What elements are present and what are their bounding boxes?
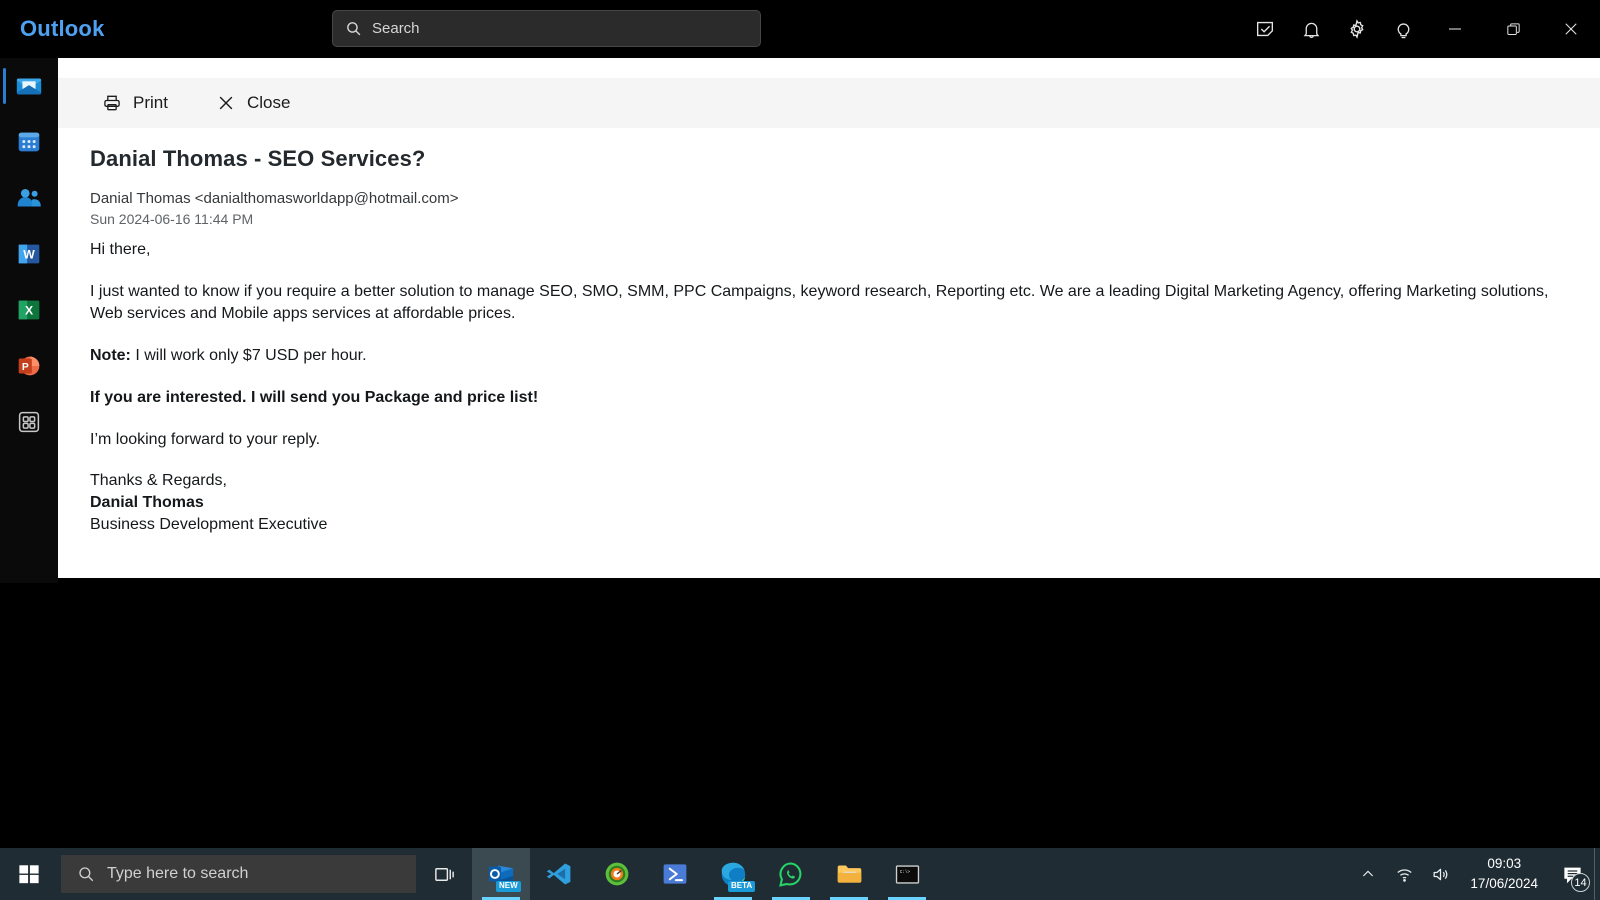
sidebar-item-mail[interactable] — [0, 58, 58, 114]
taskbar-app-command-prompt[interactable]: C:\> — [878, 848, 936, 900]
windows-start-icon — [19, 865, 39, 884]
search-icon — [345, 20, 362, 37]
note-check-icon[interactable] — [1242, 0, 1288, 58]
svg-text:C:\>: C:\> — [899, 869, 910, 874]
taskbar-apps: NEW BETA C:\> — [472, 848, 936, 900]
message-timestamp: Sun 2024-06-16 11:44 PM — [90, 211, 254, 227]
people-icon — [17, 189, 41, 207]
outlook-brand: Outlook — [20, 16, 105, 41]
chevron-up-icon[interactable] — [1350, 848, 1386, 900]
message-paragraph-1: I just wanted to know if you require a b… — [90, 282, 1549, 322]
wifi-icon[interactable] — [1386, 848, 1422, 900]
app-rail: W X P — [0, 58, 58, 583]
mail-icon — [16, 78, 42, 95]
notifications-count: 14 — [1571, 873, 1590, 892]
printer-icon — [102, 93, 122, 113]
message-note-text: I will work only $7 USD per hour. — [130, 346, 367, 364]
taskbar-search-input[interactable]: Type here to search — [61, 855, 416, 893]
search-icon — [77, 865, 95, 883]
task-view-icon — [434, 867, 454, 881]
excel-icon: X — [18, 300, 40, 320]
message-greeting: Hi there, — [90, 241, 151, 258]
clock[interactable]: 09:03 17/06/2024 — [1458, 848, 1550, 900]
message-closing: I’m looking forward to your reply. — [90, 430, 321, 448]
message-sender: Danial Thomas <danialthomasworldapp@hotm… — [90, 190, 459, 207]
command-prompt-icon: C:\> — [895, 864, 919, 884]
task-view-button[interactable] — [416, 848, 472, 900]
close-x-icon — [216, 93, 236, 113]
message-note: Note: I will work only $7 USD per hour. — [90, 345, 1568, 367]
close-message-button[interactable]: Close — [206, 87, 300, 119]
sidebar-item-powerpoint[interactable]: P — [0, 338, 58, 394]
windows-taskbar: Type here to search NEW BETA C:\> 09:03 … — [0, 848, 1600, 900]
search-input[interactable]: Search — [332, 10, 761, 47]
sidebar-item-apps[interactable] — [0, 394, 58, 450]
clock-date: 17/06/2024 — [1470, 876, 1538, 891]
minimize-button[interactable] — [1426, 0, 1484, 58]
taskbar-app-outlook[interactable]: NEW — [472, 848, 530, 900]
taskbar-search-placeholder: Type here to search — [107, 865, 249, 882]
optimizer-gauge-icon — [605, 862, 629, 886]
print-label: Print — [133, 93, 168, 112]
taskbar-app-whatsapp[interactable] — [762, 848, 820, 900]
restore-button[interactable] — [1484, 0, 1542, 58]
svg-text:X: X — [25, 304, 34, 318]
message-subject: Danial Thomas - SEO Services? — [90, 146, 426, 171]
taskbar-app-edge[interactable]: BETA — [704, 848, 762, 900]
message-command-bar: Print Close — [58, 78, 1600, 128]
message-signature-name: Danial Thomas — [90, 494, 204, 512]
message-signature-title: Business Development Executive — [90, 516, 328, 534]
volume-icon[interactable] — [1422, 848, 1458, 900]
sidebar-item-excel[interactable]: X — [0, 282, 58, 338]
show-desktop-button[interactable] — [1594, 848, 1600, 900]
outlook-titlebar: Outlook Search — [0, 0, 1600, 58]
taskbar-app-optimizer[interactable] — [588, 848, 646, 900]
message-cta: If you are interested. I will send you P… — [90, 387, 1568, 409]
desktop: Outlook Search W X P Print Close Danial … — [0, 0, 1600, 900]
svg-text:P: P — [22, 362, 29, 373]
svg-text:W: W — [23, 248, 35, 262]
message-signoff: Thanks & Regards, — [90, 472, 227, 490]
taskbar-badge: BETA — [728, 881, 756, 892]
lightbulb-icon[interactable] — [1380, 0, 1426, 58]
file-explorer-icon — [837, 864, 861, 883]
titlebar-controls — [1242, 0, 1600, 58]
search-placeholder: Search — [372, 20, 420, 37]
gear-icon[interactable] — [1334, 0, 1380, 58]
clock-time: 09:03 — [1487, 856, 1522, 872]
close-button[interactable] — [1542, 0, 1600, 58]
start-button[interactable] — [0, 848, 58, 900]
message-content: Hi there, I just wanted to know if you r… — [90, 239, 1568, 536]
word-icon: W — [18, 244, 40, 264]
selection-indicator — [3, 68, 6, 104]
whatsapp-icon — [779, 862, 802, 887]
taskbar-app-vscode[interactable] — [530, 848, 588, 900]
system-tray: 09:03 17/06/2024 14 — [1350, 848, 1600, 900]
sidebar-item-people[interactable] — [0, 170, 58, 226]
powershell-icon — [663, 864, 687, 884]
message-reading-pane: Print Close Danial Thomas - SEO Services… — [58, 58, 1600, 578]
vscode-icon — [546, 863, 571, 885]
taskbar-app-powershell[interactable] — [646, 848, 704, 900]
apps-grid-icon — [18, 411, 40, 433]
message-body-area: Danial Thomas - SEO Services? Danial Tho… — [58, 128, 1600, 578]
bell-icon[interactable] — [1288, 0, 1334, 58]
calendar-icon — [18, 132, 40, 152]
taskbar-badge: NEW — [496, 881, 521, 892]
message-cta-text: If you are interested. I will send you P… — [90, 388, 539, 406]
message-note-label: Note: — [90, 346, 131, 364]
notifications-button[interactable]: 14 — [1550, 848, 1594, 900]
powerpoint-icon: P — [18, 356, 40, 376]
sidebar-item-word[interactable]: W — [0, 226, 58, 282]
close-label: Close — [246, 93, 291, 112]
print-button[interactable]: Print — [92, 87, 178, 119]
taskbar-app-file-explorer[interactable] — [820, 848, 878, 900]
sidebar-item-calendar[interactable] — [0, 114, 58, 170]
